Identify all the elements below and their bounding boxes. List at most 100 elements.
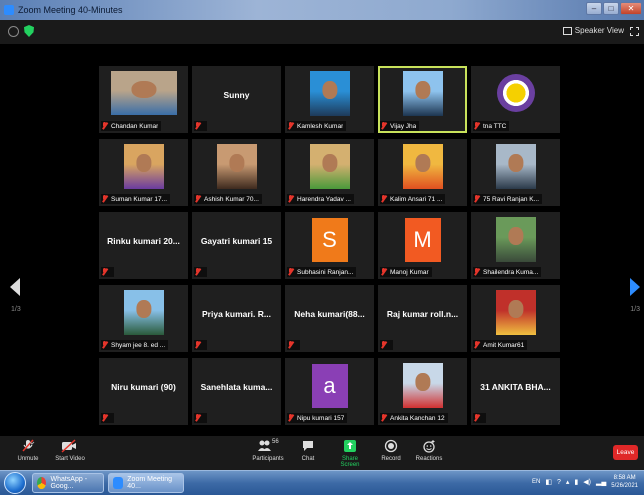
participant-initial-avatar: M	[404, 218, 441, 262]
tray-volume-icon[interactable]: ◀)	[583, 478, 591, 486]
muted-mic-icon	[474, 341, 480, 349]
speaker-view-button[interactable]: Speaker View	[562, 26, 624, 35]
participants-button[interactable]: 56 Participants	[250, 439, 286, 462]
taskbar-zoom-label: Zoom Meeting 40...	[127, 476, 173, 490]
muted-mic-icon	[195, 195, 201, 203]
tray-arrow-icon[interactable]: ▴	[566, 478, 570, 486]
start-video-button[interactable]: Start Video	[52, 439, 88, 462]
participant-name: Nipu kumari 157	[297, 414, 345, 422]
participant-tile[interactable]: Chandan Kumar	[99, 66, 188, 133]
participant-face	[321, 80, 338, 99]
reactions-button[interactable]: Reactions	[414, 439, 444, 462]
participant-tile[interactable]: Shailendra Kuma...	[471, 212, 560, 279]
leave-button[interactable]: Leave	[613, 445, 638, 460]
speaker-view-label: Speaker View	[574, 26, 624, 35]
next-page-arrow-icon[interactable]	[630, 278, 640, 296]
tray-signal-icon[interactable]: ▂▄	[596, 478, 606, 486]
tray-network-icon[interactable]: ▮	[574, 478, 578, 486]
muted-mic-icon	[381, 195, 387, 203]
security-shield-icon[interactable]	[24, 25, 34, 37]
participant-tile[interactable]: Vijay Jha	[378, 66, 467, 133]
muted-mic-icon	[102, 341, 108, 349]
fullscreen-icon[interactable]	[630, 27, 639, 36]
share-screen-button[interactable]: Share Screen	[332, 439, 368, 468]
participant-name-label: Subhasini Ranjan...	[287, 267, 357, 277]
participant-tile[interactable]: Kalim Ansari 71 ...	[378, 139, 467, 206]
system-tray: EN ◧ ? ▴ ▮ ◀) ▂▄ 8:58 AM 5/26/2021	[532, 474, 638, 490]
participant-tile[interactable]: Gayatri kumari 15	[192, 212, 281, 279]
participant-name-label: Manoj Kumar	[380, 267, 432, 277]
record-button[interactable]: Record	[378, 439, 404, 462]
share-screen-label: Share Screen	[340, 456, 360, 468]
participant-name-label: Chandan Kumar	[101, 121, 162, 131]
participant-tile[interactable]: 31 ANKITA BHA...	[471, 358, 560, 425]
participant-initial-avatar: S	[311, 218, 348, 262]
video-off-icon	[52, 439, 88, 453]
muted-mic-icon	[102, 122, 108, 130]
participant-tile[interactable]: Niru kumari (90)	[99, 358, 188, 425]
muted-mic-icon	[12, 439, 44, 453]
reactions-label: Reactions	[415, 456, 443, 462]
muted-mic-icon	[102, 268, 108, 276]
participant-tile[interactable]: 75 Ravi Ranjan K...	[471, 139, 560, 206]
participant-tile[interactable]: Ashish Kumar 70...	[192, 139, 281, 206]
participant-photo	[495, 290, 536, 335]
participant-tile[interactable]: Sanehlata kuma...	[192, 358, 281, 425]
windows-taskbar: WhatsApp - Goog... Zoom Meeting 40... EN…	[0, 470, 644, 495]
participant-name: Suman Kumar 17...	[111, 195, 167, 203]
taskbar-clock[interactable]: 8:58 AM 5/26/2021	[611, 474, 638, 490]
participant-tile[interactable]: M Manoj Kumar	[378, 212, 467, 279]
participant-face	[414, 372, 431, 391]
participant-face	[507, 299, 524, 318]
participant-tile[interactable]: Sunny	[192, 66, 281, 133]
participant-name-label	[194, 121, 207, 131]
participant-tile[interactable]: Harendra Yadav ...	[285, 139, 374, 206]
participant-tile[interactable]: tna TTC	[471, 66, 560, 133]
participant-tile[interactable]: Amit Kumar61	[471, 285, 560, 352]
participant-tile[interactable]: Priya kumari. R...	[192, 285, 281, 352]
close-button[interactable]: ✕	[620, 2, 642, 15]
muted-mic-icon	[381, 122, 387, 130]
gallery-view: 1/3 1/3 Chandan Kumar Sunny Kamlesh Kumar V…	[0, 44, 644, 436]
participant-name: Vijay Jha	[390, 122, 417, 130]
participant-name-label: Kamlesh Kumar	[287, 121, 347, 131]
record-icon	[378, 439, 404, 453]
participant-name: tna TTC	[483, 122, 507, 130]
participant-photo	[216, 144, 257, 189]
participant-name-label: Kalim Ansari 71 ...	[380, 194, 446, 204]
participant-tile[interactable]: Suman Kumar 17...	[99, 139, 188, 206]
share-screen-icon	[332, 439, 368, 453]
chat-button[interactable]: Chat	[296, 439, 320, 462]
participants-count: 56	[272, 439, 279, 445]
minimize-button[interactable]: –	[586, 2, 602, 15]
participant-tile[interactable]: Shyam jee 8. ed ...	[99, 285, 188, 352]
taskbar-item-zoom[interactable]: Zoom Meeting 40...	[108, 473, 184, 493]
language-indicator[interactable]: EN	[532, 479, 540, 485]
taskbar-item-whatsapp[interactable]: WhatsApp - Goog...	[32, 473, 104, 493]
participant-name: Ankita Kanchan 12	[390, 414, 445, 422]
start-button-icon[interactable]	[4, 472, 26, 494]
participant-tile[interactable]: Ankita Kanchan 12	[378, 358, 467, 425]
muted-mic-icon	[474, 122, 480, 130]
meeting-info-icon[interactable]	[8, 26, 19, 37]
tray-shield-icon[interactable]: ◧	[545, 478, 552, 486]
participant-face	[135, 299, 152, 318]
participant-tile[interactable]: Rinku kumari 20...	[99, 212, 188, 279]
participant-tile[interactable]: Neha kumari(88...	[285, 285, 374, 352]
participant-tile[interactable]: S Subhasini Ranjan...	[285, 212, 374, 279]
unmute-button[interactable]: Unmute	[12, 439, 44, 462]
maximize-button[interactable]: □	[603, 2, 619, 15]
clock-time: 8:58 AM	[613, 475, 636, 481]
clock-date: 5/26/2021	[611, 483, 638, 489]
previous-page-arrow-icon[interactable]	[10, 278, 20, 296]
participant-face	[507, 153, 524, 172]
participant-tile[interactable]: Raj kumar roll.n...	[378, 285, 467, 352]
participant-name-label	[380, 340, 393, 350]
participant-name-label: Ankita Kanchan 12	[380, 413, 448, 423]
participant-photo	[495, 217, 536, 262]
muted-mic-icon	[474, 195, 480, 203]
tray-help-icon[interactable]: ?	[557, 479, 561, 486]
meeting-topbar: Speaker View	[0, 20, 644, 44]
participant-tile[interactable]: Kamlesh Kumar	[285, 66, 374, 133]
participant-tile[interactable]: a Nipu kumari 157	[285, 358, 374, 425]
